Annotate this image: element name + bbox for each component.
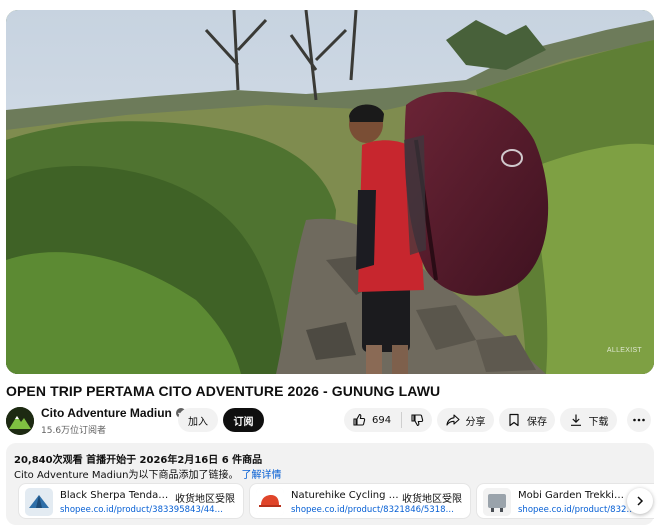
download-icon	[570, 414, 581, 426]
like-count: 694	[372, 414, 392, 426]
like-button[interactable]: 694	[352, 412, 403, 428]
thumbs-up-icon	[353, 413, 366, 426]
dislike-button[interactable]	[402, 413, 424, 427]
shipping-restriction: 收货地区受限	[175, 494, 235, 505]
channel-avatar[interactable]	[6, 407, 34, 435]
share-icon	[445, 414, 460, 426]
video-watermark: ALLEXIST	[606, 347, 642, 354]
trekking-gear-icon	[483, 488, 511, 516]
save-button[interactable]: 保存	[499, 408, 555, 432]
product-thumbnail	[256, 488, 284, 516]
next-products-button[interactable]	[627, 488, 653, 514]
like-dislike-group: 694	[344, 408, 432, 432]
share-button[interactable]: 分享	[437, 408, 494, 432]
product-link[interactable]: shopee.co.id/product/8321846/4...	[518, 505, 638, 515]
bookmark-icon	[509, 413, 519, 427]
video-title: OPEN TRIP PERTAMA CITO ADVENTURE 2026 - …	[6, 383, 441, 399]
shipping-restriction: 收货地区受限	[402, 494, 462, 505]
product-link[interactable]: shopee.co.id/product/383395843/448033...	[60, 505, 225, 515]
product-thumbnail	[25, 488, 53, 516]
cap-icon	[256, 488, 284, 516]
product-link[interactable]: shopee.co.id/product/8321846/53186243...	[291, 505, 456, 515]
chevron-right-icon	[637, 496, 644, 506]
description-box[interactable]: 20,840次观看 首播开始于 2026年2月16日 6 件商品 Cito Ad…	[6, 443, 654, 525]
channel-name-label: Cito Adventure Madiun	[41, 406, 172, 420]
product-name: Mobi Garden Trekking ...	[518, 490, 630, 501]
channel-name[interactable]: Cito Adventure Madiun	[41, 406, 186, 420]
product-card[interactable]: Black Sherpa Tenda Ult... 收货地区受限 shopee.…	[18, 483, 244, 519]
product-thumbnail	[483, 488, 511, 516]
learn-more-link[interactable]: 了解详情	[241, 470, 281, 481]
tent-icon	[25, 488, 53, 516]
download-button[interactable]: 下载	[560, 408, 617, 432]
video-frame	[6, 10, 654, 374]
share-label: 分享	[465, 416, 486, 428]
product-card[interactable]: Naturehike Cycling NH... 收货地区受限 shopee.c…	[249, 483, 471, 519]
more-horizontal-icon	[633, 418, 645, 422]
product-name: Black Sherpa Tenda Ult...	[60, 490, 170, 501]
more-actions-button[interactable]	[627, 408, 651, 432]
product-note: Cito Adventure Madiun为以下商品添加了链接。 了解详情	[14, 466, 281, 481]
join-button[interactable]: 加入	[178, 408, 218, 432]
thumbs-down-icon	[411, 414, 424, 427]
subscribe-button[interactable]: 订阅	[223, 408, 264, 432]
download-label: 下载	[588, 416, 609, 428]
video-player[interactable]: ALLEXIST	[6, 10, 654, 374]
view-stats: 20,840次观看 首播开始于 2026年2月16日 6 件商品	[14, 455, 263, 466]
product-name: Naturehike Cycling NH...	[291, 490, 401, 501]
subscriber-count: 15.6万位订阅者	[41, 426, 107, 436]
save-label: 保存	[527, 416, 547, 428]
product-note-text: Cito Adventure Madiun为以下商品添加了链接。	[14, 470, 239, 481]
mountain-logo-icon	[6, 407, 34, 435]
